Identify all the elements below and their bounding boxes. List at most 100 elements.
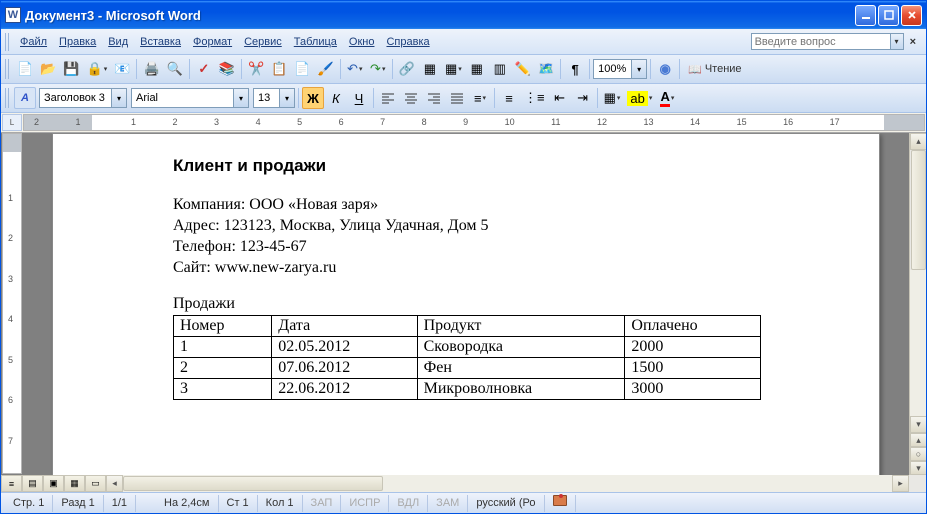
menu-table[interactable]: Таблица (288, 33, 343, 51)
show-marks-button[interactable]: ¶ (564, 58, 586, 80)
col-product: Продукт (417, 316, 625, 337)
grip-icon[interactable] (5, 59, 11, 79)
numbering-button[interactable]: ≡ (498, 87, 520, 109)
insert-table-button[interactable]: ▦▾ (442, 58, 465, 80)
status-language[interactable]: русский (Ро (468, 495, 544, 512)
print-view-button[interactable]: ▣ (43, 475, 64, 492)
excel-button[interactable]: ▦ (466, 58, 488, 80)
save-button[interactable]: 💾 (60, 58, 82, 80)
increase-indent-button[interactable]: ⇥ (572, 87, 594, 109)
menu-insert[interactable]: Вставка (134, 33, 187, 51)
menu-file[interactable]: Файл (14, 33, 53, 51)
help-search-input[interactable] (751, 33, 891, 50)
align-left-button[interactable] (377, 87, 399, 109)
bold-button[interactable]: Ж (302, 87, 324, 109)
grip-icon[interactable] (5, 33, 11, 51)
maximize-button[interactable] (878, 5, 899, 26)
spell-status-icon[interactable] (545, 495, 576, 512)
scroll-right-button[interactable]: ▸ (892, 475, 909, 492)
reading-layout-button[interactable]: 📖 Чтение (683, 63, 746, 76)
page[interactable]: Клиент и продажи Компания: ООО «Новая за… (52, 133, 880, 475)
line-spacing-button[interactable]: ≡▾ (469, 87, 491, 109)
menu-format[interactable]: Формат (187, 33, 238, 51)
paste-button[interactable]: 📄 (291, 58, 313, 80)
doc-map-button[interactable]: 🗺️ (535, 58, 557, 80)
align-justify-button[interactable] (446, 87, 468, 109)
tab-selector[interactable]: L (2, 114, 22, 131)
undo-button[interactable]: ↶▾ (344, 58, 366, 80)
status-page: Стр. 1 (5, 495, 53, 512)
scroll-left-button[interactable]: ◂ (106, 475, 123, 492)
status-ext[interactable]: ВДЛ (389, 495, 428, 512)
size-dropdown[interactable]: ▾ (279, 89, 294, 107)
email-button[interactable]: 📧 (111, 58, 133, 80)
horizontal-ruler[interactable]: 2 1 12 34 56 78 910 1112 1314 1516 17 (23, 114, 925, 131)
borders-button[interactable]: ▦▾ (601, 87, 624, 109)
document-area[interactable]: Клиент и продажи Компания: ООО «Новая за… (23, 133, 909, 475)
help-dropdown-button[interactable]: ▾ (891, 33, 904, 50)
zoom-dropdown[interactable]: ▾ (631, 60, 646, 78)
sales-table[interactable]: Номер Дата Продукт Оплачено 1 02.05.2012… (173, 315, 761, 400)
bullets-button[interactable]: ⋮≡ (521, 87, 548, 109)
cut-button[interactable]: ✂️ (245, 58, 267, 80)
help-button[interactable]: ◉ (654, 58, 676, 80)
menu-tools[interactable]: Сервис (238, 33, 288, 51)
close-button[interactable] (901, 5, 922, 26)
print-button[interactable]: 🖨️ (140, 58, 162, 80)
horizontal-scrollbar[interactable]: ◂ ▸ (106, 475, 909, 492)
minimize-button[interactable] (855, 5, 876, 26)
scroll-down-button[interactable]: ▾ (910, 416, 926, 433)
next-page-button[interactable]: ▾ (910, 461, 926, 475)
grip-icon[interactable] (5, 88, 11, 108)
normal-view-button[interactable]: ≡ (1, 475, 22, 492)
outline-view-button[interactable]: ▦ (64, 475, 85, 492)
status-ovr[interactable]: ЗАМ (428, 495, 468, 512)
browse-object-button[interactable]: ○ (910, 447, 926, 461)
style-combo[interactable]: Заголовок 3 ▾ (39, 88, 127, 108)
menu-help[interactable]: Справка (380, 33, 435, 51)
scroll-thumb[interactable] (911, 150, 926, 270)
permissions-button[interactable]: 🔒▾ (84, 58, 111, 80)
zoom-combo[interactable]: 100% ▾ (593, 59, 647, 79)
ruler-area: L 2 1 12 34 56 78 910 1112 1314 1516 17 (1, 113, 926, 133)
align-right-button[interactable] (423, 87, 445, 109)
vertical-ruler[interactable]: 12 34 56 78 9 (2, 133, 22, 474)
menu-edit[interactable]: Правка (53, 33, 102, 51)
decrease-indent-button[interactable]: ⇤ (549, 87, 571, 109)
new-document-button[interactable]: 📄 (14, 58, 36, 80)
print-preview-button[interactable]: 🔍 (164, 58, 186, 80)
style-dropdown[interactable]: ▾ (111, 89, 126, 107)
drawing-button[interactable]: ✏️ (512, 58, 534, 80)
address-line: Адрес: 123123, Москва, Улица Удачная, До… (173, 217, 761, 235)
open-button[interactable]: 📂 (37, 58, 59, 80)
menubar-close-button[interactable]: × (904, 36, 922, 48)
reading-view-button[interactable]: ▭ (85, 475, 106, 492)
menu-view[interactable]: Вид (102, 33, 134, 51)
highlight-button[interactable]: ab▾ (624, 87, 655, 109)
underline-button[interactable]: Ч (348, 87, 370, 109)
hscroll-thumb[interactable] (123, 476, 383, 491)
research-button[interactable]: 📚 (216, 58, 238, 80)
redo-button[interactable]: ↷▾ (367, 58, 389, 80)
hyperlink-button[interactable]: 🔗 (396, 58, 418, 80)
copy-button[interactable]: 📋 (268, 58, 290, 80)
spelling-button[interactable]: ✓ (193, 58, 215, 80)
web-view-button[interactable]: ▤ (22, 475, 43, 492)
align-center-button[interactable] (400, 87, 422, 109)
font-size-combo[interactable]: 13 ▾ (253, 88, 295, 108)
scroll-up-button[interactable]: ▴ (910, 133, 926, 150)
columns-button[interactable]: ▥ (489, 58, 511, 80)
styles-pane-button[interactable]: A (14, 87, 36, 109)
site-line: Сайт: www.new-zarya.ru (173, 259, 761, 277)
tables-borders-button[interactable]: ▦ (419, 58, 441, 80)
status-rec[interactable]: ЗАП (303, 495, 342, 512)
format-painter-button[interactable]: 🖌️ (315, 58, 337, 80)
vertical-scrollbar[interactable]: ▴ ▾ ▴ ○ ▾ (909, 133, 926, 475)
font-dropdown[interactable]: ▾ (233, 89, 248, 107)
status-trk[interactable]: ИСПР (341, 495, 389, 512)
font-combo[interactable]: Arial ▾ (131, 88, 249, 108)
font-color-button[interactable]: A▾ (656, 87, 678, 109)
previous-page-button[interactable]: ▴ (910, 433, 926, 447)
italic-button[interactable]: К (325, 87, 347, 109)
menu-window[interactable]: Окно (343, 33, 381, 51)
